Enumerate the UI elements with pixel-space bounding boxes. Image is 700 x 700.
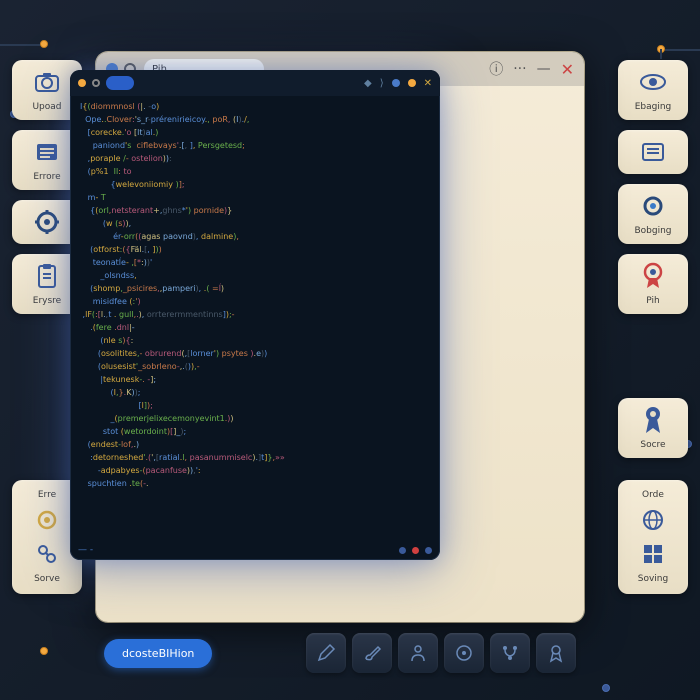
traffic-dot[interactable] <box>78 79 86 87</box>
inner-controls: ◆ ⟩ ✕ <box>364 78 432 89</box>
person-tool[interactable] <box>398 633 438 673</box>
tool-label: Erre <box>38 490 56 500</box>
brush-tool[interactable] <box>352 633 392 673</box>
tool-label: Ebaging <box>635 102 672 112</box>
sidebar-right: Ebaging Bobging Pih <box>618 60 688 314</box>
camera-icon <box>33 68 61 96</box>
ribbon-tool[interactable] <box>536 633 576 673</box>
pen-tool[interactable] <box>306 633 346 673</box>
link-icon <box>33 540 61 568</box>
inner-code-editor: ◆ ⟩ ✕ I{(diommnosl (|. -o) Ope..Clover:'… <box>70 70 440 560</box>
traffic-dot[interactable] <box>92 79 100 87</box>
list-icon <box>639 138 667 166</box>
inner-statusbar: — - <box>78 544 432 556</box>
code-content[interactable]: I{(diommnosl (|. -o) Ope..Clover:'s_r-pr… <box>76 96 434 540</box>
status-dot <box>425 547 432 554</box>
bottom-icon-group <box>306 633 576 673</box>
minimize-icon[interactable]: — <box>537 61 551 77</box>
tool-label: Errore <box>33 172 60 182</box>
info-icon[interactable]: ⓘ <box>489 59 503 79</box>
gear-icon <box>33 208 61 236</box>
tool-label: Socre <box>640 440 665 450</box>
badge-icon <box>639 262 667 290</box>
status-dot <box>399 547 406 554</box>
branch-tool[interactable] <box>490 633 530 673</box>
sidebar-right-lower: Orde Soving <box>618 480 688 594</box>
target-tool[interactable] <box>444 633 484 673</box>
tool-list2[interactable] <box>618 130 688 174</box>
gear-icon <box>639 192 667 220</box>
dot-icon[interactable] <box>392 79 400 87</box>
tool-score[interactable]: Socre <box>618 398 688 458</box>
sidebar-right-mid: Socre <box>618 398 688 458</box>
tab-pill[interactable] <box>106 76 134 90</box>
bottom-toolbar: dcosteBIHion <box>96 626 584 680</box>
clipboard-icon <box>33 262 61 290</box>
tool-debug[interactable]: Ebaging <box>618 60 688 120</box>
diamond-icon[interactable]: ◆ <box>364 78 372 89</box>
close-icon[interactable]: ✕ <box>424 78 432 89</box>
tool-debug2[interactable]: Bobging <box>618 184 688 244</box>
grid-icon <box>639 540 667 568</box>
tool-label: Bobging <box>634 226 671 236</box>
tool-label: Soving <box>638 574 668 584</box>
tool-label: Upoad <box>32 102 61 112</box>
tool-label: Pih <box>646 296 659 306</box>
status-dash: — - <box>78 545 93 555</box>
dot-icon[interactable] <box>408 79 416 87</box>
tool-group-right[interactable]: Orde Soving <box>618 480 688 594</box>
chevron-icon[interactable]: ⟩ <box>380 78 384 89</box>
inner-titlebar[interactable]: ◆ ⟩ ✕ <box>70 70 440 96</box>
documentation-button[interactable]: dcosteBIHion <box>104 639 212 668</box>
tool-label: Orde <box>642 490 664 500</box>
tool-label: Erysre <box>33 296 61 306</box>
list-icon <box>33 138 61 166</box>
tool-badge[interactable]: Pih <box>618 254 688 314</box>
status-dot <box>412 547 419 554</box>
eye-icon <box>639 68 667 96</box>
globe-icon <box>639 506 667 534</box>
window-controls: ⓘ ··· — ✕ <box>489 59 574 79</box>
ribbon-icon <box>639 406 667 434</box>
tool-label: Sorve <box>34 574 60 584</box>
menu-dots[interactable]: ··· <box>513 61 526 77</box>
close-icon[interactable]: ✕ <box>561 60 574 79</box>
gear-icon <box>33 506 61 534</box>
